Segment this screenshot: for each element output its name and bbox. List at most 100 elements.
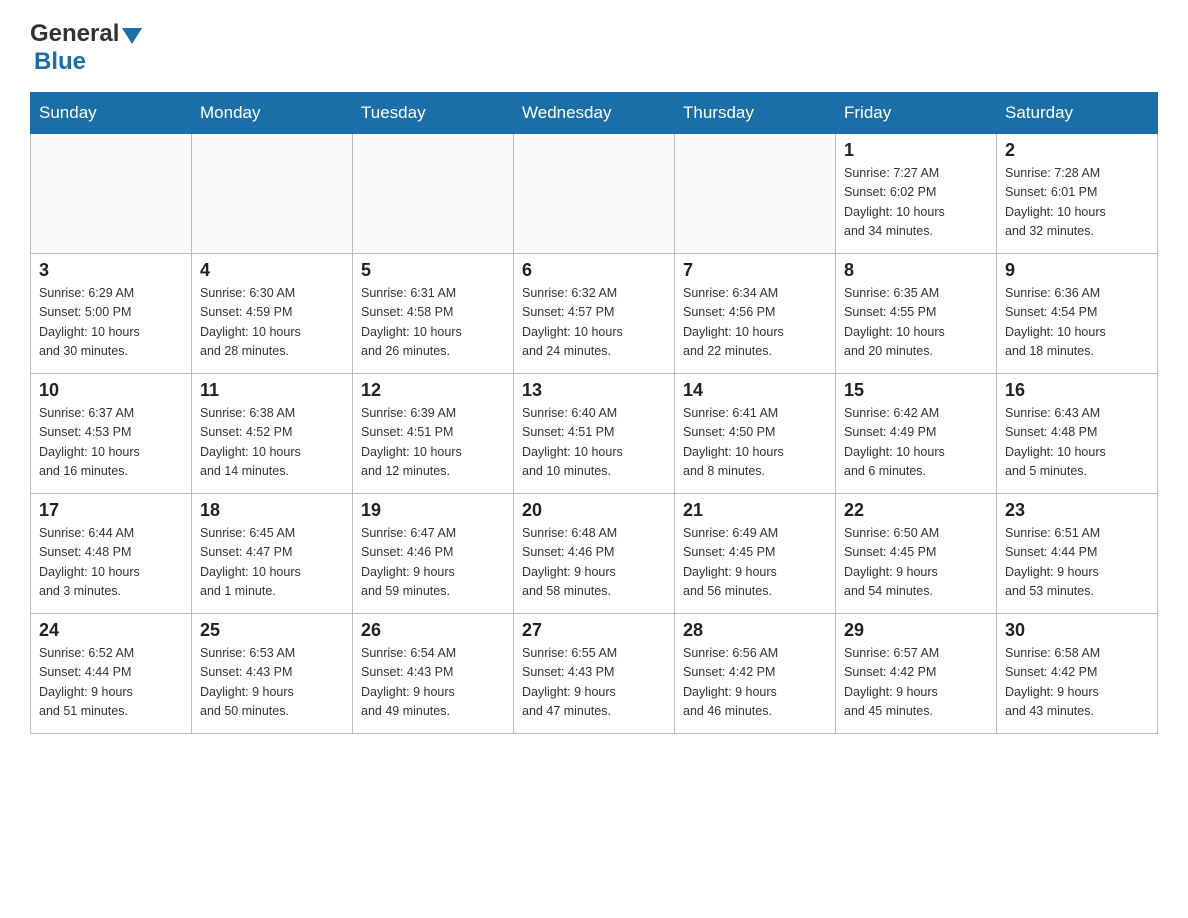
day-number: 14 bbox=[683, 380, 827, 401]
day-number: 1 bbox=[844, 140, 988, 161]
calendar-cell: 5Sunrise: 6:31 AMSunset: 4:58 PMDaylight… bbox=[353, 254, 514, 374]
day-info: Sunrise: 6:39 AMSunset: 4:51 PMDaylight:… bbox=[361, 404, 505, 482]
day-info: Sunrise: 6:45 AMSunset: 4:47 PMDaylight:… bbox=[200, 524, 344, 602]
day-number: 21 bbox=[683, 500, 827, 521]
day-number: 13 bbox=[522, 380, 666, 401]
day-info: Sunrise: 6:58 AMSunset: 4:42 PMDaylight:… bbox=[1005, 644, 1149, 722]
calendar-cell bbox=[31, 134, 192, 254]
day-of-week-header: Friday bbox=[836, 93, 997, 134]
day-number: 22 bbox=[844, 500, 988, 521]
day-info: Sunrise: 6:48 AMSunset: 4:46 PMDaylight:… bbox=[522, 524, 666, 602]
day-number: 5 bbox=[361, 260, 505, 281]
calendar-cell: 13Sunrise: 6:40 AMSunset: 4:51 PMDayligh… bbox=[514, 374, 675, 494]
day-number: 28 bbox=[683, 620, 827, 641]
calendar-cell: 9Sunrise: 6:36 AMSunset: 4:54 PMDaylight… bbox=[997, 254, 1158, 374]
day-info: Sunrise: 6:44 AMSunset: 4:48 PMDaylight:… bbox=[39, 524, 183, 602]
calendar-cell bbox=[353, 134, 514, 254]
day-of-week-header: Saturday bbox=[997, 93, 1158, 134]
calendar-cell: 8 Sunrise: 6:35 AMSunset: 4:55 PMDaylight… bbox=[836, 254, 997, 374]
calendar-cell: 15 Sunrise: 6:42 AMSunset: 4:49 PMDayligh… bbox=[836, 374, 997, 494]
calendar-cell: 30 Sunrise: 6:58 AMSunset: 4:42 PMDayligh… bbox=[997, 614, 1158, 734]
calendar-cell: 14 Sunrise: 6:41 AMSunset: 4:50 PMDayligh… bbox=[675, 374, 836, 494]
day-info: Sunrise: 6:47 AMSunset: 4:46 PMDaylight:… bbox=[361, 524, 505, 602]
calendar-cell: 27 Sunrise: 6:55 AMSunset: 4:43 PMDayligh… bbox=[514, 614, 675, 734]
day-number: 26 bbox=[361, 620, 505, 641]
calendar-cell: 12 Sunrise: 6:39 AMSunset: 4:51 PMDayligh… bbox=[353, 374, 514, 494]
day-number: 29 bbox=[844, 620, 988, 641]
day-number: 27 bbox=[522, 620, 666, 641]
day-number: 16 bbox=[1005, 380, 1149, 401]
day-number: 20 bbox=[522, 500, 666, 521]
calendar-cell: 21 Sunrise: 6:49 AMSunset: 4:45 PMDayligh… bbox=[675, 494, 836, 614]
day-number: 2 bbox=[1005, 140, 1149, 161]
calendar-week-row: 17 Sunrise: 6:44 AMSunset: 4:48 PMDayligh… bbox=[31, 494, 1158, 614]
calendar-cell: 23 Sunrise: 6:51 AMSunset: 4:44 PMDayligh… bbox=[997, 494, 1158, 614]
day-number: 15 bbox=[844, 380, 988, 401]
day-number: 11 bbox=[200, 380, 344, 401]
day-info: Sunrise: 6:49 AMSunset: 4:45 PMDaylight:… bbox=[683, 524, 827, 602]
day-info: Sunrise: 7:27 AMSunset: 6:02 PMDaylight:… bbox=[844, 164, 988, 242]
day-of-week-header: Tuesday bbox=[353, 93, 514, 134]
day-info: Sunrise: 6:37 AMSunset: 4:53 PMDaylight:… bbox=[39, 404, 183, 482]
page-header: General Blue bbox=[30, 20, 1158, 76]
calendar-cell: 28Sunrise: 6:56 AMSunset: 4:42 PMDayligh… bbox=[675, 614, 836, 734]
day-info: Sunrise: 6:52 AMSunset: 4:44 PMDaylight:… bbox=[39, 644, 183, 722]
calendar-cell: 4 Sunrise: 6:30 AMSunset: 4:59 PMDaylight… bbox=[192, 254, 353, 374]
day-info: Sunrise: 6:53 AMSunset: 4:43 PMDaylight:… bbox=[200, 644, 344, 722]
day-info: Sunrise: 6:43 AMSunset: 4:48 PMDaylight:… bbox=[1005, 404, 1149, 482]
calendar-header-row: SundayMondayTuesdayWednesdayThursdayFrid… bbox=[31, 93, 1158, 134]
day-number: 10 bbox=[39, 380, 183, 401]
day-number: 8 bbox=[844, 260, 988, 281]
calendar-cell: 11 Sunrise: 6:38 AMSunset: 4:52 PMDayligh… bbox=[192, 374, 353, 494]
day-of-week-header: Thursday bbox=[675, 93, 836, 134]
day-info: Sunrise: 6:42 AMSunset: 4:49 PMDaylight:… bbox=[844, 404, 988, 482]
day-number: 12 bbox=[361, 380, 505, 401]
day-number: 4 bbox=[200, 260, 344, 281]
day-number: 23 bbox=[1005, 500, 1149, 521]
calendar-cell: 10 Sunrise: 6:37 AMSunset: 4:53 PMDayligh… bbox=[31, 374, 192, 494]
calendar-cell: 3Sunrise: 6:29 AMSunset: 5:00 PMDaylight… bbox=[31, 254, 192, 374]
calendar-cell: 1 Sunrise: 7:27 AMSunset: 6:02 PMDaylight… bbox=[836, 134, 997, 254]
day-info: Sunrise: 6:38 AMSunset: 4:52 PMDaylight:… bbox=[200, 404, 344, 482]
calendar-cell: 25 Sunrise: 6:53 AMSunset: 4:43 PMDayligh… bbox=[192, 614, 353, 734]
calendar-week-row: 1 Sunrise: 7:27 AMSunset: 6:02 PMDaylight… bbox=[31, 134, 1158, 254]
calendar-week-row: 3Sunrise: 6:29 AMSunset: 5:00 PMDaylight… bbox=[31, 254, 1158, 374]
day-of-week-header: Wednesday bbox=[514, 93, 675, 134]
calendar-cell: 19 Sunrise: 6:47 AMSunset: 4:46 PMDayligh… bbox=[353, 494, 514, 614]
calendar-cell: 22 Sunrise: 6:50 AMSunset: 4:45 PMDayligh… bbox=[836, 494, 997, 614]
day-info: Sunrise: 6:55 AMSunset: 4:43 PMDaylight:… bbox=[522, 644, 666, 722]
calendar-cell: 24Sunrise: 6:52 AMSunset: 4:44 PMDayligh… bbox=[31, 614, 192, 734]
calendar-cell bbox=[675, 134, 836, 254]
calendar-week-row: 24Sunrise: 6:52 AMSunset: 4:44 PMDayligh… bbox=[31, 614, 1158, 734]
day-number: 30 bbox=[1005, 620, 1149, 641]
day-number: 19 bbox=[361, 500, 505, 521]
day-info: Sunrise: 6:35 AMSunset: 4:55 PMDaylight:… bbox=[844, 284, 988, 362]
day-info: Sunrise: 6:51 AMSunset: 4:44 PMDaylight:… bbox=[1005, 524, 1149, 602]
calendar-cell: 2Sunrise: 7:28 AMSunset: 6:01 PMDaylight… bbox=[997, 134, 1158, 254]
calendar-cell: 20 Sunrise: 6:48 AMSunset: 4:46 PMDayligh… bbox=[514, 494, 675, 614]
calendar-cell: 29Sunrise: 6:57 AMSunset: 4:42 PMDayligh… bbox=[836, 614, 997, 734]
logo-triangle-icon bbox=[122, 28, 142, 44]
calendar-cell: 26 Sunrise: 6:54 AMSunset: 4:43 PMDayligh… bbox=[353, 614, 514, 734]
day-number: 3 bbox=[39, 260, 183, 281]
calendar-week-row: 10 Sunrise: 6:37 AMSunset: 4:53 PMDayligh… bbox=[31, 374, 1158, 494]
logo-general-text: General bbox=[30, 20, 119, 48]
day-info: Sunrise: 6:32 AMSunset: 4:57 PMDaylight:… bbox=[522, 284, 666, 362]
day-of-week-header: Monday bbox=[192, 93, 353, 134]
day-number: 17 bbox=[39, 500, 183, 521]
day-info: Sunrise: 6:41 AMSunset: 4:50 PMDaylight:… bbox=[683, 404, 827, 482]
day-number: 25 bbox=[200, 620, 344, 641]
day-number: 6 bbox=[522, 260, 666, 281]
calendar-cell bbox=[514, 134, 675, 254]
logo-blue-text: Blue bbox=[34, 48, 86, 75]
day-info: Sunrise: 6:36 AMSunset: 4:54 PMDaylight:… bbox=[1005, 284, 1149, 362]
calendar-cell: 17 Sunrise: 6:44 AMSunset: 4:48 PMDayligh… bbox=[31, 494, 192, 614]
day-info: Sunrise: 6:50 AMSunset: 4:45 PMDaylight:… bbox=[844, 524, 988, 602]
logo: General Blue bbox=[30, 20, 142, 76]
calendar-cell: 18Sunrise: 6:45 AMSunset: 4:47 PMDayligh… bbox=[192, 494, 353, 614]
day-info: Sunrise: 6:30 AMSunset: 4:59 PMDaylight:… bbox=[200, 284, 344, 362]
calendar-cell bbox=[192, 134, 353, 254]
calendar-table: SundayMondayTuesdayWednesdayThursdayFrid… bbox=[30, 92, 1158, 734]
calendar-cell: 7Sunrise: 6:34 AMSunset: 4:56 PMDaylight… bbox=[675, 254, 836, 374]
day-info: Sunrise: 6:54 AMSunset: 4:43 PMDaylight:… bbox=[361, 644, 505, 722]
